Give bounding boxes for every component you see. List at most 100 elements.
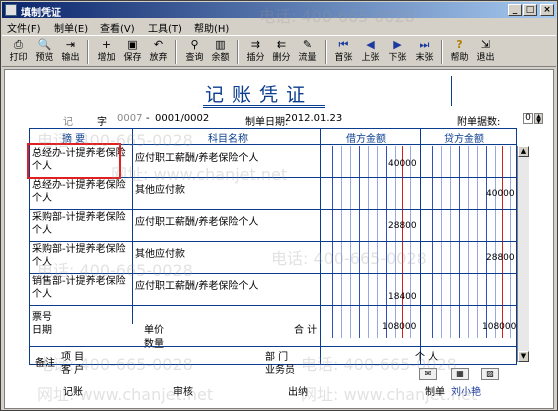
preview-button[interactable]: 🔍 预览	[33, 38, 56, 66]
person-label: 个 人	[415, 352, 439, 363]
col-account-header: 科目名称	[208, 134, 248, 145]
maker-name: 刘小艳	[451, 387, 481, 398]
entry-credit[interactable]: 28800	[486, 253, 515, 263]
help-button[interactable]: ? 帮助	[448, 38, 471, 66]
menu-tools[interactable]: 工具(T)	[148, 20, 182, 35]
memo-label: 备注	[35, 358, 55, 369]
prev-button[interactable]: ◀ 上张	[359, 38, 382, 66]
window-title: 填制凭证	[21, 8, 61, 19]
table-row[interactable]: 总经办-计提养老保险个人 其他应付款 40000	[30, 178, 516, 210]
auditor-label: 审核	[173, 387, 193, 398]
close-button[interactable]: ×	[540, 4, 554, 16]
menu-file[interactable]: 文件(F)	[7, 20, 41, 35]
entry-summary[interactable]: 销售部-计提养老保险个人	[32, 275, 132, 301]
flow-icon: ✎	[302, 38, 313, 51]
total-divider	[30, 346, 516, 347]
next-icon: ▶	[393, 38, 402, 51]
table-row[interactable]: 销售部-计提养老保险个人 应付职工薪酬/养老保险个人 18400	[30, 274, 516, 306]
voucher-date[interactable]: 2012.01.23	[285, 113, 342, 124]
title-bar: 填制凭证 _ □ ×	[2, 2, 556, 19]
exit-button[interactable]: ⇲ 退出	[474, 38, 497, 66]
entry-account[interactable]: 应付职工薪酬/养老保险个人	[135, 277, 258, 292]
attach-count-field[interactable]: 0	[523, 113, 533, 124]
toolbar-separator	[175, 40, 177, 64]
delete-line-button[interactable]: ⇇ 删分	[270, 38, 293, 66]
discard-icon: ↶	[153, 38, 164, 51]
image-icon[interactable]: ▨	[481, 368, 499, 380]
delete-line-icon: ⇇	[276, 38, 287, 51]
entry-account[interactable]: 其他应付款	[135, 181, 185, 196]
voucher-window: 填制凭证 _ □ × 文件(F) 制单(E) 查看(V) 工具(T) 帮助(H)…	[0, 0, 558, 411]
entry-summary[interactable]: 采购部-计提养老保险个人	[32, 243, 132, 269]
save-button[interactable]: ▣ 保存	[121, 38, 144, 66]
voucher-number-separator: -	[146, 113, 150, 124]
attach-label: 附单据数:	[457, 117, 501, 128]
add-button[interactable]: + 增加	[95, 38, 118, 66]
date-field-label: 日期	[32, 325, 52, 336]
add-icon: +	[101, 38, 112, 51]
balance-icon: ▥	[215, 38, 226, 51]
entry-account[interactable]: 应付职工薪酬/养老保险个人	[135, 213, 258, 228]
calculator-icon[interactable]: ▦	[451, 368, 469, 380]
entry-debit[interactable]: 28800	[388, 221, 417, 231]
date-label: 制单日期:	[245, 117, 289, 128]
title-underline	[203, 105, 325, 106]
export-button[interactable]: ⇥ 输出	[59, 38, 82, 66]
maximize-button[interactable]: □	[523, 4, 537, 16]
cashier-label: 出纳	[288, 387, 308, 398]
entry-account[interactable]: 其他应付款	[135, 245, 185, 260]
menu-help[interactable]: 帮助(H)	[194, 20, 229, 35]
menu-bar: 文件(F) 制单(E) 查看(V) 工具(T) 帮助(H)	[2, 19, 556, 35]
save-icon: ▣	[127, 38, 138, 51]
table-row[interactable]: 采购部-计提养老保险个人 其他应付款 28800	[30, 242, 516, 274]
prev-icon: ◀	[366, 38, 375, 51]
voucher-number: 0001/0002	[155, 113, 210, 124]
toolbar: ⎙ 打印 🔍 预览 ⇥ 输出 + 增加 ▣ 保存 ↶ 放弃 ⚲ 查询 ▥ 余额 ⇉ 插分 ⇇ 删分 …	[2, 35, 556, 67]
toolbar-separator	[441, 40, 443, 64]
menu-make[interactable]: 制单(E)	[54, 20, 88, 35]
entry-credit[interactable]: 40000	[486, 189, 515, 199]
title-underline	[203, 107, 325, 108]
query-icon: ⚲	[190, 38, 199, 51]
voucher-type-label[interactable]: 记	[63, 113, 73, 128]
entry-summary[interactable]: 采购部-计提养老保险个人	[32, 211, 132, 237]
last-button[interactable]: ⏭ 末张	[413, 38, 436, 66]
entry-summary[interactable]: 总经办-计提养老保险个人	[32, 179, 132, 205]
preview-icon: 🔍	[37, 38, 52, 51]
voucher-type-box[interactable]	[451, 76, 521, 106]
first-button[interactable]: ⏮ 首张	[332, 38, 355, 66]
toolbar-separator	[87, 40, 89, 64]
entry-debit[interactable]: 18400	[388, 292, 417, 302]
total-label: 合 计	[294, 325, 318, 336]
flow-button[interactable]: ✎ 流量	[296, 38, 319, 66]
export-icon: ⇥	[65, 38, 76, 51]
help-icon: ?	[456, 38, 463, 51]
total-debit: 108000	[382, 322, 417, 332]
table-row[interactable]: 采购部-计提养老保险个人 应付职工薪酬/养老保险个人 28800	[30, 210, 516, 242]
attach-spinner[interactable]: ▲ ▼	[534, 113, 543, 125]
voucher-number-prefix[interactable]: 0007	[117, 113, 142, 124]
entries-scrollbar[interactable]: ▲ ▼	[517, 146, 529, 362]
print-button[interactable]: ⎙ 打印	[7, 38, 30, 66]
entry-account[interactable]: 应付职工薪酬/养老保险个人	[135, 149, 258, 164]
maker-label: 制单	[425, 387, 445, 398]
balance-button[interactable]: ▥ 余额	[209, 38, 232, 66]
query-button[interactable]: ⚲ 查询	[183, 38, 206, 66]
menu-view[interactable]: 查看(V)	[100, 20, 135, 35]
insert-line-button[interactable]: ⇉ 插分	[244, 38, 267, 66]
toolbar-separator	[237, 40, 239, 64]
next-button[interactable]: ▶ 下张	[386, 38, 409, 66]
quantity-label: 数量	[144, 339, 164, 350]
minimize-button[interactable]: _	[508, 4, 522, 16]
entry-debit[interactable]: 40000	[388, 159, 417, 169]
app-icon	[5, 4, 17, 16]
total-credit: 108000	[482, 322, 517, 332]
scroll-down-icon[interactable]: ▼	[518, 351, 529, 362]
attachment-icon[interactable]: ✉	[419, 368, 437, 380]
scroll-up-icon[interactable]: ▲	[518, 146, 529, 157]
bookkeeper-label: 记账	[63, 387, 83, 398]
insert-line-icon: ⇉	[250, 38, 261, 51]
salesperson-label: 业务员	[265, 365, 295, 376]
discard-button[interactable]: ↶ 放弃	[147, 38, 170, 66]
first-icon: ⏮	[338, 38, 349, 51]
